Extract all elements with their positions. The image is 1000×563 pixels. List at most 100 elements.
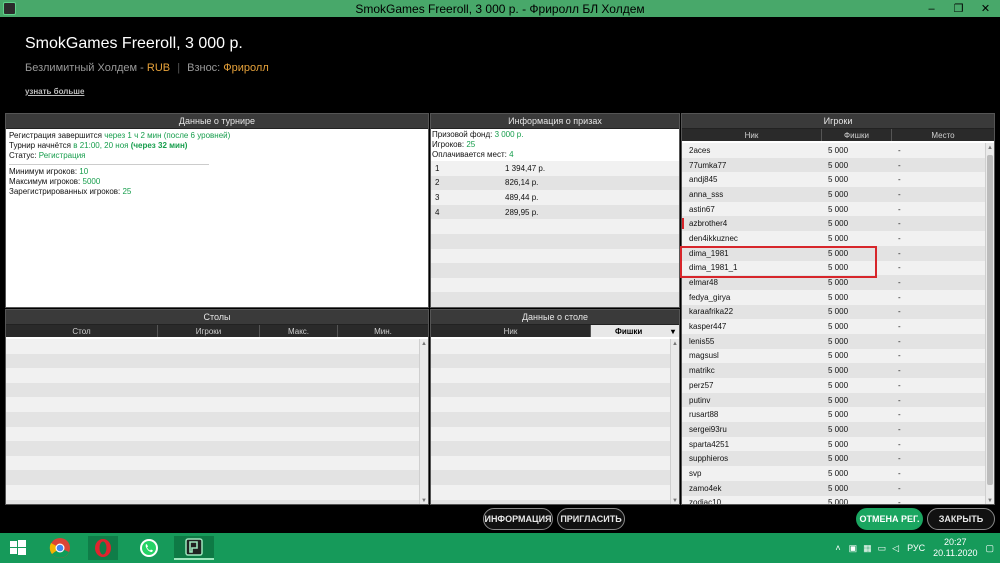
- player-place: -: [898, 263, 901, 273]
- player-row[interactable]: andj845 5 000 -: [682, 172, 986, 188]
- max-players-label: Максимум игроков:: [9, 177, 83, 186]
- player-row[interactable]: matrikc 5 000 -: [682, 363, 986, 378]
- paid-places-value: 4: [509, 150, 514, 159]
- tray-chevron-icon[interactable]: ˄: [835, 543, 840, 553]
- player-row[interactable]: magsusl 5 000 -: [682, 348, 986, 364]
- scroll-down-icon[interactable]: ▼: [986, 496, 994, 504]
- player-nick: anna_sss: [689, 189, 724, 199]
- col-table[interactable]: Стол: [6, 325, 158, 337]
- close-window-button[interactable]: ✕: [972, 0, 999, 17]
- language-indicator[interactable]: РУС: [907, 543, 925, 553]
- player-row[interactable]: zamo4ek 5 000 -: [682, 480, 986, 496]
- tables-scroll-down-icon[interactable]: ▼: [420, 496, 428, 504]
- player-row[interactable]: anna_sss 5 000 -: [682, 187, 986, 202]
- col-max[interactable]: Макс.: [260, 325, 338, 337]
- table-data-empty-row: [431, 484, 670, 500]
- clock[interactable]: 20:27 20.11.2020: [933, 537, 977, 559]
- col-chips[interactable]: Фишки: [822, 129, 892, 141]
- player-row[interactable]: supphieros 5 000 -: [682, 451, 986, 467]
- player-row[interactable]: fedya_girya 5 000 -: [682, 289, 986, 305]
- player-chips: 5 000: [828, 189, 849, 199]
- player-row[interactable]: svp 5 000 -: [682, 466, 986, 481]
- pokerdom-taskbar-icon[interactable]: [174, 536, 214, 560]
- player-row[interactable]: karaafrika22 5 000 -: [682, 304, 986, 320]
- player-row[interactable]: 2aces 5 000 -: [682, 143, 986, 158]
- battery-icon[interactable]: ▭: [878, 543, 887, 554]
- close-button[interactable]: ЗАКРЫТЬ: [927, 508, 995, 530]
- volume-icon[interactable]: ◁: [892, 543, 899, 554]
- player-row[interactable]: sparta4251 5 000 -: [682, 436, 986, 452]
- player-nick: azbrother4: [689, 219, 728, 229]
- tables-scroll-up-icon[interactable]: ▲: [420, 339, 428, 348]
- tray-app-icon[interactable]: ▣: [849, 543, 858, 554]
- clock-date: 20.11.2020: [933, 548, 978, 558]
- scroll-up-icon[interactable]: ▲: [986, 143, 994, 152]
- player-chips: 5 000: [828, 233, 849, 243]
- network-icon[interactable]: ▦: [863, 543, 872, 554]
- player-place: -: [898, 233, 901, 243]
- learn-more-link[interactable]: узнать больше: [25, 87, 84, 96]
- player-place: -: [898, 483, 901, 493]
- player-place: -: [898, 204, 901, 214]
- player-nick: dima_1981: [689, 248, 729, 258]
- player-row[interactable]: 77umka77 5 000 -: [682, 157, 986, 173]
- player-row[interactable]: den4ikkuznec 5 000 -: [682, 231, 986, 246]
- tables-empty-row: [6, 382, 419, 398]
- col-nick[interactable]: Ник: [682, 129, 822, 141]
- restore-button[interactable]: ❐: [945, 0, 972, 17]
- table-data-empty-row: [431, 499, 670, 504]
- col-players[interactable]: Игроки: [158, 325, 260, 337]
- player-row[interactable]: dima_1981 5 000 -: [682, 245, 986, 261]
- table-data-scrollbar[interactable]: ▲ ▼: [670, 339, 679, 504]
- player-row[interactable]: sergei93ru 5 000 -: [682, 422, 986, 437]
- col-td-chips[interactable]: Фишки ▾: [591, 325, 679, 337]
- player-place: -: [898, 336, 901, 346]
- tournament-info-panel: Данные о турнире Регистрация завершится …: [5, 113, 429, 308]
- minimize-button[interactable]: –: [918, 0, 945, 17]
- prize-row: [431, 233, 679, 249]
- tables-empty-row: [6, 368, 419, 383]
- player-place: -: [898, 292, 901, 302]
- prize-row: 4 289,95 р.: [431, 204, 679, 220]
- table-data-empty-row: [431, 382, 670, 398]
- buyin-value: Фриролл: [223, 62, 269, 74]
- chrome-icon[interactable]: [48, 536, 72, 560]
- player-row[interactable]: putinv 5 000 -: [682, 392, 986, 408]
- col-min[interactable]: Мин.: [338, 325, 428, 337]
- player-nick: sparta4251: [689, 439, 730, 449]
- info-button[interactable]: ИНФОРМАЦИЯ: [483, 508, 553, 530]
- player-row[interactable]: dima_1981_1 5 000 -: [682, 260, 986, 276]
- player-row[interactable]: perz57 5 000 -: [682, 378, 986, 393]
- player-row[interactable]: elmar48 5 000 -: [682, 275, 986, 290]
- player-row[interactable]: astin67 5 000 -: [682, 201, 986, 217]
- tables-empty-row: [6, 484, 419, 500]
- player-chips: 5 000: [828, 468, 849, 478]
- table-data-heading: Данные о столе: [431, 310, 679, 325]
- td-scroll-up-icon[interactable]: ▲: [671, 339, 679, 348]
- col-place[interactable]: Место: [892, 129, 994, 141]
- player-nick: karaafrika22: [689, 307, 734, 317]
- player-row[interactable]: kasper447 5 000 -: [682, 319, 986, 334]
- player-row[interactable]: lenis55 5 000 -: [682, 333, 986, 349]
- prize-amount: 826,14 р.: [505, 178, 539, 188]
- tables-scrollbar[interactable]: ▲ ▼: [419, 339, 428, 504]
- invite-button[interactable]: ПРИГЛАСИТЬ: [557, 508, 625, 530]
- player-chips: 5 000: [828, 160, 849, 170]
- prize-row: 1 1 394,47 р.: [431, 161, 679, 176]
- tables-panel: Столы Стол Игроки Макс. Мин. ▲ ▼: [5, 309, 429, 505]
- table-data-column-header: Ник Фишки ▾: [431, 325, 679, 337]
- scroll-thumb[interactable]: [987, 155, 993, 485]
- whatsapp-icon[interactable]: [137, 536, 161, 560]
- player-row[interactable]: zodiac10 5 000 -: [682, 495, 986, 504]
- sort-arrow-icon: ▾: [670, 326, 675, 336]
- player-row[interactable]: rusart88 5 000 -: [682, 407, 986, 423]
- opera-icon[interactable]: [88, 536, 118, 560]
- td-scroll-down-icon[interactable]: ▼: [671, 496, 679, 504]
- col-td-nick[interactable]: Ник: [431, 325, 591, 337]
- windows-start-icon[interactable]: [6, 536, 30, 560]
- unregister-button[interactable]: ОТМЕНА РЕГ.: [856, 508, 923, 530]
- players-scrollbar[interactable]: ▲ ▼: [985, 143, 994, 504]
- notifications-icon[interactable]: ▢: [985, 543, 994, 554]
- player-row[interactable]: azbrother4 5 000 -: [682, 216, 986, 232]
- table-data-empty-row: [431, 426, 670, 442]
